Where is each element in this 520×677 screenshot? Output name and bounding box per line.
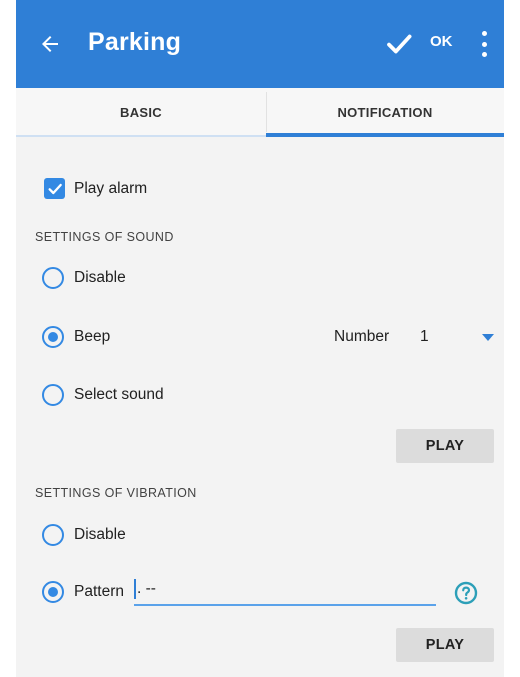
vibration-disable-radio[interactable] (42, 524, 64, 546)
check-icon[interactable] (382, 26, 416, 62)
tab-indicator (266, 133, 504, 137)
play-alarm-label: Play alarm (74, 180, 148, 197)
pattern-input[interactable]: . -- (134, 574, 436, 606)
ok-button[interactable]: OK (430, 33, 453, 50)
sound-section-title: SETTINGS OF SOUND (35, 230, 174, 244)
play-sound-button[interactable]: PLAY (396, 429, 494, 463)
page-title: Parking (88, 28, 182, 56)
text-caret (134, 579, 136, 599)
arrow-left-icon[interactable] (36, 26, 64, 62)
number-label: Number (334, 328, 390, 345)
vibration-pattern-radio[interactable] (42, 581, 64, 603)
sound-beep-radio[interactable] (42, 326, 64, 348)
more-vertical-icon[interactable] (476, 28, 492, 60)
select-sound-label: Select sound (74, 386, 164, 403)
vibration-section-title: SETTINGS OF VIBRATION (35, 486, 197, 500)
vibration-disable-label: Disable (74, 526, 126, 543)
tab-bar: BASIC NOTIFICATION (16, 88, 504, 136)
app-bar: Parking OK (16, 0, 504, 88)
tab-notification[interactable]: NOTIFICATION (266, 88, 504, 136)
pattern-value: . -- (137, 580, 156, 597)
screen: Parking OK BASIC NOTIFICATION Play alarm… (16, 0, 504, 677)
sound-beep-label: Beep (74, 328, 111, 345)
play-vibration-button[interactable]: PLAY (396, 628, 494, 662)
dropdown-arrow-icon[interactable] (482, 334, 494, 341)
play-alarm-checkbox[interactable] (44, 178, 65, 199)
tab-underline-inactive (16, 135, 266, 137)
sound-disable-label: Disable (74, 269, 126, 286)
sound-disable-radio[interactable] (42, 267, 64, 289)
select-sound-radio[interactable] (42, 384, 64, 406)
vibration-pattern-label: Pattern (74, 583, 124, 600)
number-select[interactable]: 1 (420, 328, 429, 346)
help-circle-icon[interactable] (454, 581, 478, 605)
check-icon (48, 183, 62, 194)
tab-basic[interactable]: BASIC (16, 88, 266, 136)
